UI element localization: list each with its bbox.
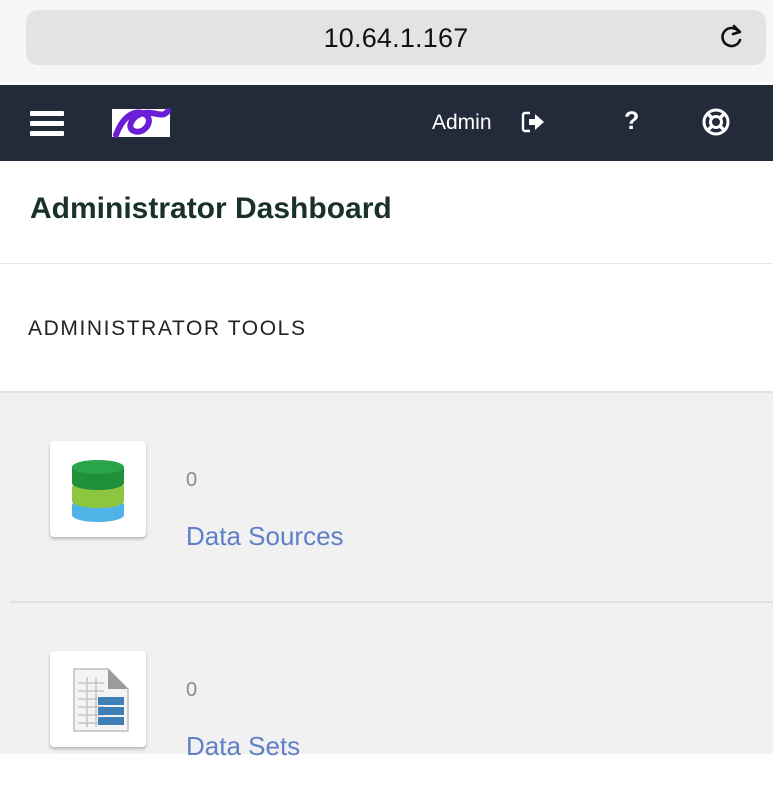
browser-chrome: 10.64.1.167 bbox=[0, 0, 773, 82]
url-text: 10.64.1.167 bbox=[323, 23, 469, 53]
tool-row-data-sources: 0 Data Sources bbox=[0, 393, 773, 603]
top-navbar: Admin ? bbox=[0, 85, 773, 161]
reload-icon[interactable] bbox=[718, 23, 746, 51]
page-title: Administrator Dashboard bbox=[30, 192, 392, 225]
help-icon[interactable]: ? bbox=[624, 107, 639, 136]
address-bar[interactable]: 10.64.1.167 bbox=[26, 10, 766, 65]
admin-user-label[interactable]: Admin bbox=[432, 111, 492, 135]
data-sets-link[interactable]: Data Sets bbox=[186, 731, 300, 762]
title-divider bbox=[0, 263, 773, 264]
tool-row-data-sets: 0 Data Sets bbox=[0, 603, 773, 811]
database-icon bbox=[72, 460, 124, 522]
lifebuoy-support-icon[interactable] bbox=[701, 107, 731, 137]
app-logo-icon[interactable] bbox=[110, 105, 172, 141]
data-sources-tile[interactable] bbox=[50, 441, 146, 537]
logout-icon[interactable] bbox=[520, 109, 546, 135]
data-sets-tile[interactable] bbox=[50, 651, 146, 747]
data-sources-count: 0 bbox=[186, 469, 198, 491]
data-sets-count: 0 bbox=[186, 679, 198, 701]
data-sources-link[interactable]: Data Sources bbox=[186, 521, 344, 552]
hamburger-menu-icon[interactable] bbox=[30, 111, 64, 136]
dataset-icon bbox=[73, 668, 129, 732]
tools-list: 0 Data Sources 0 Data Sets bbox=[0, 393, 773, 761]
section-heading: ADMINISTRATOR TOOLS bbox=[28, 317, 307, 340]
